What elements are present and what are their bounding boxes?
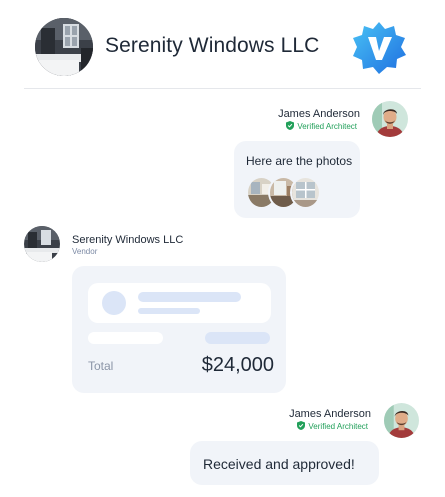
role-label: Verified Architect <box>297 122 357 131</box>
sender-name: James Anderson <box>289 408 371 420</box>
total-value: $24,000 <box>201 354 274 376</box>
user-avatar[interactable] <box>372 101 408 137</box>
vendor-role: Vendor <box>72 247 98 256</box>
message-text: Received and approved! <box>203 456 355 472</box>
brand-v-badge-icon <box>351 20 407 76</box>
role-label: Verified Architect <box>308 422 368 431</box>
sender-name: James Anderson <box>278 108 360 120</box>
total-label: Total <box>88 359 114 373</box>
quote-item-title-placeholder <box>138 292 241 302</box>
vendor-avatar-small[interactable] <box>24 226 60 262</box>
photo-thumbnail-window[interactable] <box>290 176 321 209</box>
verified-role: Verified Architect <box>297 421 368 431</box>
verified-shield-icon <box>297 421 306 430</box>
vendor-avatar[interactable] <box>35 18 93 76</box>
quote-amount-placeholder <box>205 332 270 344</box>
verified-shield-icon <box>286 121 295 130</box>
quote-item-icon-placeholder <box>102 291 126 315</box>
quote-line-placeholder <box>88 332 163 344</box>
chat-panel: Serenity Windows LLC James Anderson Veri… <box>0 0 445 497</box>
message-text: Here are the photos <box>246 154 353 168</box>
verified-role: Verified Architect <box>286 121 357 131</box>
user-avatar[interactable] <box>384 403 419 438</box>
sender-name: Serenity Windows LLC <box>72 234 184 246</box>
header-divider <box>24 88 421 89</box>
conversation-title: Serenity Windows LLC <box>105 34 320 57</box>
quote-item-subtitle-placeholder <box>138 308 200 314</box>
